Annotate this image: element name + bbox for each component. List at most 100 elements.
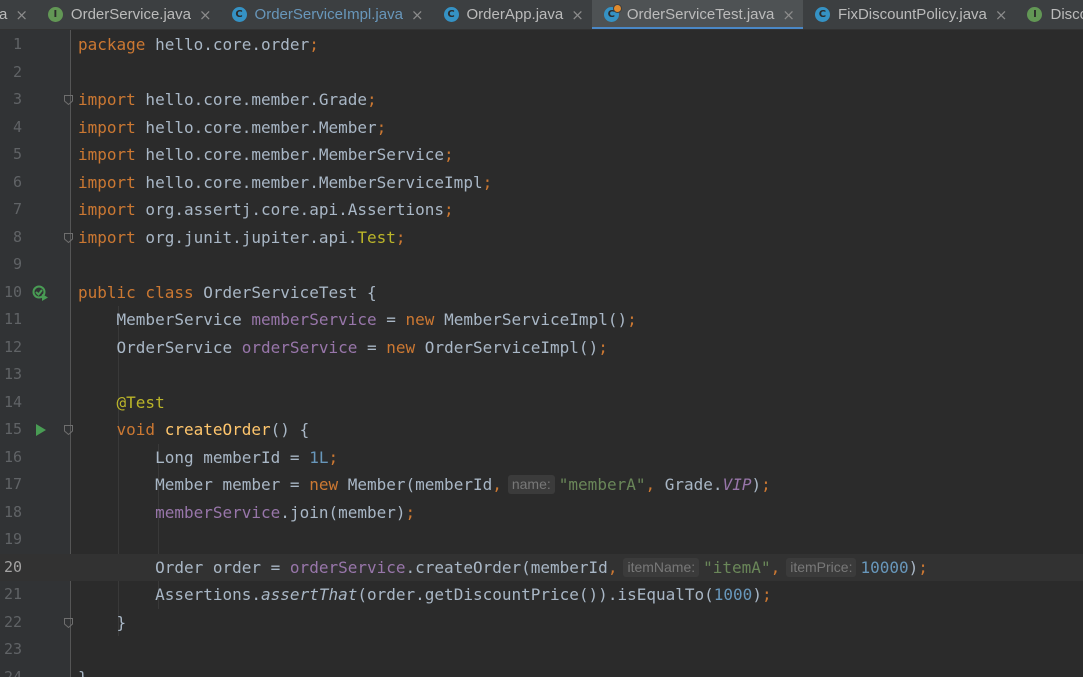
code-token: , [607,557,618,577]
close-tab-icon[interactable]: × [15,6,28,24]
code-text: import hello.core.member.MemberService; [78,141,454,169]
fold-marker-icon[interactable] [64,95,73,105]
code-text: import hello.core.member.Member; [78,114,386,142]
fold-marker-icon[interactable] [64,425,73,435]
code-text: package hello.core.order; [78,31,319,59]
close-tab-icon[interactable]: × [995,6,1008,24]
line-number: 23 [3,640,22,658]
code-token: package [78,35,146,54]
code-line[interactable]: 8 import org.junit.jupiter.api.Test; [0,224,1083,252]
line-number: 11 [3,310,22,328]
code-line[interactable]: 19 [0,526,1083,554]
code-token: Member(memberId [338,475,493,494]
code-line[interactable]: 16 Long memberId = 1L; [0,444,1083,472]
run-test-icon[interactable] [32,422,48,438]
code-line[interactable]: 18 memberService.join(member); [0,499,1083,527]
code-line[interactable]: 21 Assertions.assertThat(order.getDiscou… [0,581,1083,609]
tab-label: OrderServiceTest.java [626,6,775,23]
code-token: ; [395,227,406,247]
code-token: ; [309,35,319,54]
class-icon: C [443,7,459,22]
code-token: } [78,667,88,677]
code-line[interactable]: 17 Member member = new Member(memberId, n… [0,471,1083,499]
line-number: 12 [3,337,22,356]
line-number: 4 [12,117,22,136]
code-line[interactable]: 15 void createOrder() { [0,416,1083,444]
code-token: import [78,200,136,219]
code-line[interactable]: 24} [0,664,1083,677]
close-tab-icon[interactable]: × [571,6,584,24]
code-token: ; [405,502,416,522]
code-line[interactable]: 10 public class OrderServiceTest { [0,279,1083,307]
close-tab-icon[interactable]: × [782,6,795,24]
code-line[interactable]: 11 MemberService memberService = new Mem… [0,306,1083,334]
line-number: 9 [12,255,22,273]
code-token: , [645,475,656,494]
tab-orderapp-java[interactable]: C OrderApp.java × [432,0,592,29]
code-line[interactable]: 2 [0,59,1083,87]
code-token: ; [444,145,454,164]
code-token: , [770,557,781,577]
tab-fixdiscountpolicy-java[interactable]: C FixDiscountPolicy.java × [803,0,1016,29]
code-token: orderService [241,337,358,357]
code-text: } [78,664,88,677]
code-token: "itemA" [703,557,771,577]
code-line[interactable]: 13 [0,361,1083,389]
fold-marker-icon[interactable] [64,617,73,628]
tab-orderservicetest-java[interactable]: C OrderServiceTest.java × [591,0,804,29]
code-editor[interactable]: 1 package hello.core.order; 2 3 import hello… [0,30,1083,677]
tab-discou[interactable]: I Discou [1015,0,1083,29]
code-token: .join(member) [280,502,406,522]
fold-marker-icon[interactable] [64,232,73,243]
code-text: memberService.join(member); [78,499,415,527]
code-line[interactable]: 20 Order order = orderService.createOrde… [0,553,1083,581]
code-token: org.junit.jupiter.api. [135,227,358,247]
code-text: public class OrderServiceTest { [78,279,377,307]
code-token: (order.getDiscountPrice()).isEqualTo( [357,585,714,604]
code-token: } [78,612,127,632]
code-line[interactable]: 14 @Test [0,389,1083,417]
code-token: ; [376,117,387,137]
code-token: ; [918,557,928,577]
code-token: ) [752,585,762,604]
tab-orderserviceimpl-java[interactable]: C OrderServiceImpl.java × [220,0,432,29]
code-text: Assertions.assertThat(order.getDiscountP… [78,581,772,609]
code-token: hello.core.member.Member [135,117,377,137]
line-number: 1 [12,35,22,53]
code-text: void createOrder() { [78,416,310,444]
code-line[interactable]: 22 } [0,609,1083,637]
code-text: import org.junit.jupiter.api.Test; [78,224,406,252]
code-token: Member member = [78,475,310,494]
code-line[interactable]: 5 import hello.core.member.MemberService; [0,141,1083,169]
close-tab-icon[interactable]: × [199,6,212,24]
code-line[interactable]: 9 [0,251,1083,279]
tab-orderservice-java[interactable]: I OrderService.java × [36,0,220,29]
code-token: ; [598,337,608,357]
code-text: import hello.core.member.MemberServiceIm… [78,169,492,197]
run-test-class-icon[interactable] [32,285,48,301]
code-token: import [78,117,136,137]
code-text: @Test [78,389,165,417]
code-token: .createOrder(memberId [405,557,608,577]
code-token: new [405,310,435,329]
code-token: "memberA" [558,475,646,494]
code-token: memberService [251,310,377,329]
line-number: 13 [3,365,22,383]
close-tab-icon[interactable]: × [411,6,424,24]
code-token: = [376,310,406,329]
code-line[interactable]: 23 [0,636,1083,664]
code-line[interactable]: 4 import hello.core.member.Member; [0,114,1083,142]
code-line[interactable]: 12 OrderService orderService = new Order… [0,334,1083,362]
code-line[interactable]: 7 import org.assertj.core.api.Assertions; [0,196,1083,224]
test-marker-icon [612,4,622,13]
code-token: assertThat [261,585,358,604]
code-line[interactable]: 3 import hello.core.member.Grade; [0,86,1083,114]
tab-a[interactable]: a× [0,0,36,29]
code-text: MemberService memberService = new Member… [78,306,637,334]
code-token: import [78,227,136,247]
code-line[interactable]: 1 package hello.core.order; [0,31,1083,59]
code-token: Test [357,227,396,247]
line-number: 8 [12,227,22,246]
code-line[interactable]: 6 import hello.core.member.MemberServiceI… [0,169,1083,197]
